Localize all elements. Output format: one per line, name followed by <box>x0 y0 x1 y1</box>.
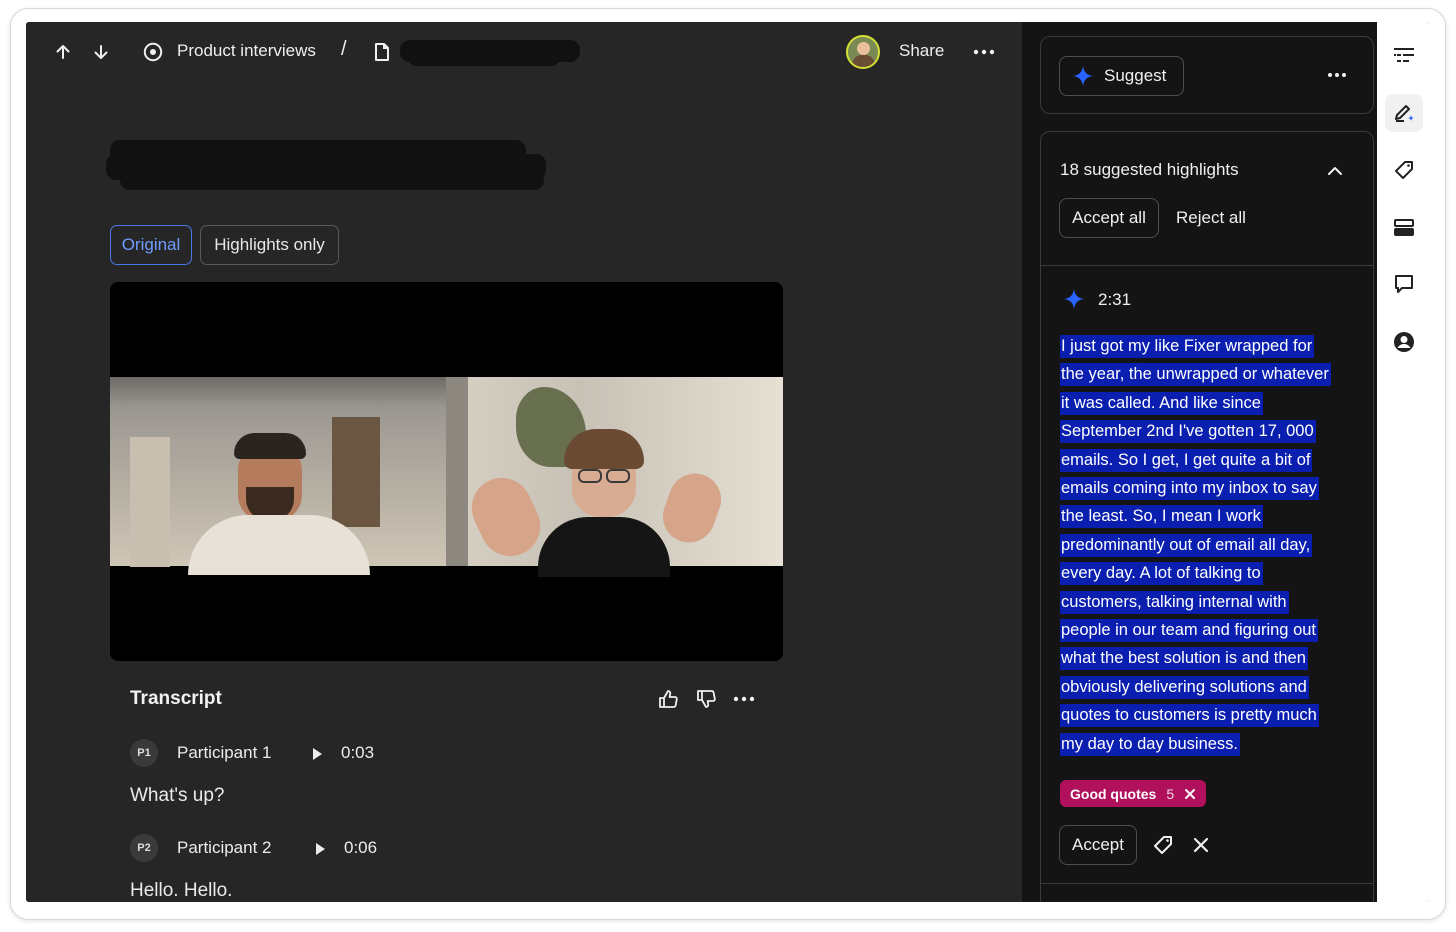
tag-count: 5 <box>1166 785 1175 802</box>
highlight-line: customers, talking internal with <box>1060 590 1289 614</box>
highlight-line: the least. So, I mean I work <box>1060 505 1263 529</box>
tag-icon[interactable] <box>1150 832 1176 858</box>
arrow-up-icon[interactable] <box>50 39 76 65</box>
participant-badge: P1 <box>130 739 158 767</box>
highlight-line: people in our team and figuring out <box>1060 619 1319 643</box>
highlight-text[interactable]: I just got my like Fixer wrapped for the… <box>1060 332 1360 758</box>
right-rail <box>1377 22 1430 902</box>
accept-all-button[interactable]: Accept all <box>1059 198 1159 238</box>
highlight-line: September 2nd I've gotten 17, 000 <box>1060 420 1316 444</box>
highlight-line: every day. A lot of talking to <box>1060 562 1263 586</box>
reject-all-button[interactable]: Reject all <box>1176 208 1246 228</box>
user-circle-icon[interactable] <box>1390 328 1418 356</box>
tab-original[interactable]: Original <box>110 225 192 265</box>
play-icon[interactable] <box>316 843 325 855</box>
highlight-line: what the best solution is and then <box>1060 647 1308 671</box>
speaker-name: Participant 2 <box>177 838 272 857</box>
participant-video-2 <box>446 377 783 577</box>
speaker-name: Participant 1 <box>177 743 272 762</box>
timestamp[interactable]: 0:03 <box>341 743 374 763</box>
thumbs-down-icon[interactable] <box>693 686 719 712</box>
suggestions-panel: Suggest 18 suggested highlights Accept a… <box>1022 22 1377 902</box>
reject-icon[interactable] <box>1188 832 1214 858</box>
thumbs-up-icon[interactable] <box>655 686 681 712</box>
play-icon[interactable] <box>313 748 322 760</box>
tab-highlights-only[interactable]: Highlights only <box>200 225 339 265</box>
highlight-line: it was called. And like since <box>1060 391 1263 415</box>
suggest-card: Suggest <box>1040 36 1374 114</box>
highlight-line: quotes to customers is pretty much <box>1060 704 1319 728</box>
highlight-line: I just got my like Fixer wrapped for <box>1060 335 1315 358</box>
comment-icon[interactable] <box>1390 270 1418 298</box>
suggestions-count: 18 suggested highlights <box>1060 160 1239 179</box>
more-icon[interactable] <box>971 39 997 65</box>
divider <box>1041 265 1373 266</box>
edit-sparkle-icon[interactable] <box>1385 94 1423 132</box>
highlight-line: the year, the unwrapped or whatever <box>1060 363 1331 387</box>
tag-icon[interactable] <box>1390 156 1418 184</box>
breadcrumb-separator: / <box>341 38 347 60</box>
sparkle-icon <box>1073 66 1093 86</box>
highlight-line: emails coming into my inbox to say <box>1060 477 1319 501</box>
transcript-more-icon[interactable] <box>731 686 757 712</box>
tag-chip[interactable]: Good quotes 5 <box>1060 780 1207 807</box>
remove-tag-icon[interactable] <box>1184 788 1196 800</box>
avatar[interactable] <box>846 35 880 69</box>
compass-icon <box>140 39 166 65</box>
transcript-line: Hello. Hello. <box>130 880 233 901</box>
tag-label: Good quotes <box>1070 785 1157 802</box>
sparkle-icon <box>1064 289 1084 309</box>
highlight-timestamp[interactable]: 2:31 <box>1098 290 1131 310</box>
redacted-page-title-3 <box>120 170 544 190</box>
share-button[interactable]: Share <box>899 41 944 61</box>
highlight-line: emails. So I get, I get quite a bit of <box>1060 448 1313 472</box>
participant-badge: P2 <box>130 834 158 862</box>
highlight-line: predominantly out of email all day, <box>1060 533 1313 557</box>
app: Product interviews / Share Original High… <box>26 22 1430 902</box>
chevron-up-icon[interactable] <box>1322 158 1348 184</box>
divider <box>1041 883 1373 884</box>
suggest-label: Suggest <box>1104 66 1167 85</box>
main-area: Product interviews / Share Original High… <box>26 22 1022 902</box>
panel-more-icon[interactable] <box>1324 62 1350 88</box>
transcript-title: Transcript <box>130 688 222 709</box>
video-player[interactable] <box>110 282 783 661</box>
top-bar: Product interviews / Share <box>26 22 1022 82</box>
breadcrumb-folder[interactable]: Product interviews <box>177 41 316 61</box>
document-icon <box>369 39 395 65</box>
highlight-line: obviously delivering solutions and <box>1060 675 1309 699</box>
rows-icon[interactable] <box>1390 214 1418 242</box>
transcript-line: What's up? <box>130 785 225 806</box>
arrow-down-icon[interactable] <box>88 39 114 65</box>
redacted-document-title-2 <box>409 52 559 66</box>
highlight-line: my day to day business. <box>1060 732 1241 756</box>
timestamp[interactable]: 0:06 <box>344 838 377 858</box>
suggest-button[interactable]: Suggest <box>1059 56 1184 96</box>
accept-button[interactable]: Accept <box>1059 825 1137 865</box>
list-icon[interactable] <box>1390 42 1418 70</box>
participant-video-1 <box>110 377 446 575</box>
